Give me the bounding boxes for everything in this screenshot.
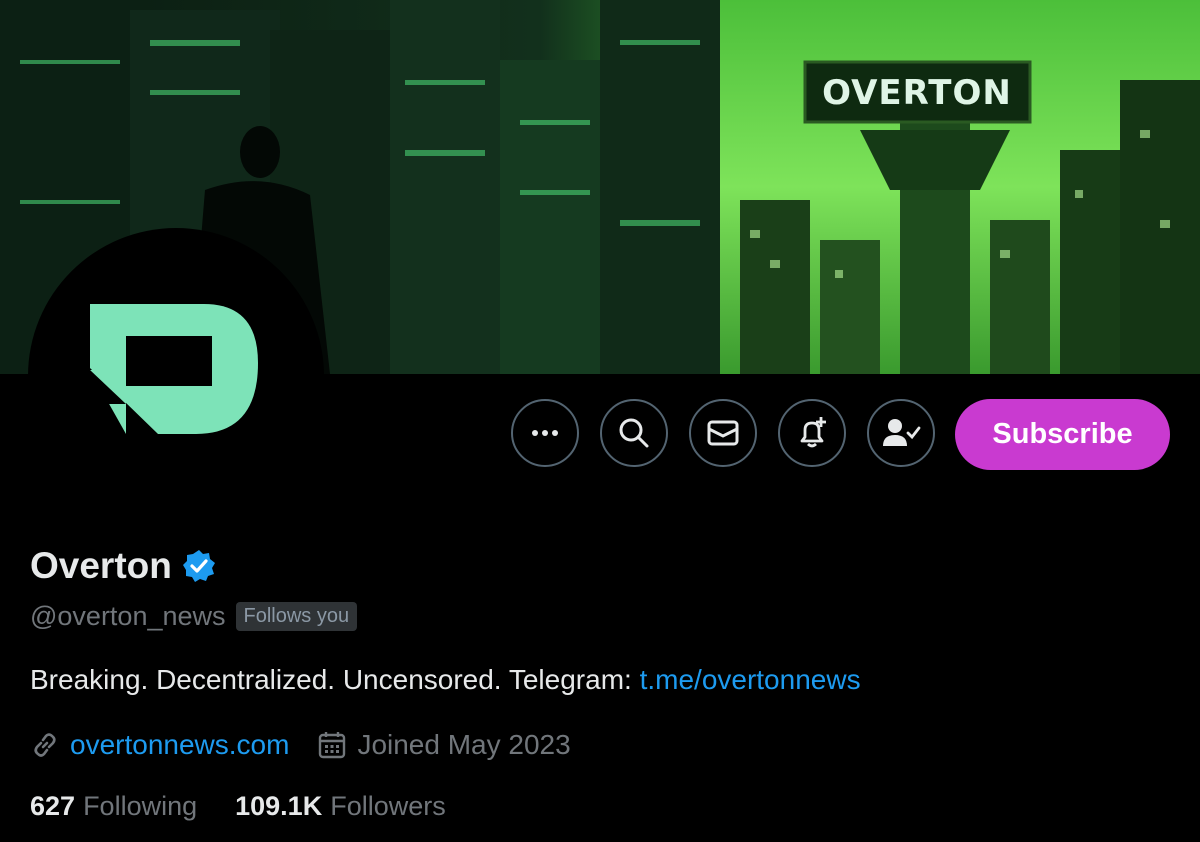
- person-check-icon: [883, 419, 921, 446]
- following-label: Following: [83, 791, 198, 821]
- name-row: Overton: [30, 545, 216, 587]
- display-name: Overton: [30, 545, 172, 586]
- following-count: 627: [30, 791, 76, 821]
- message-button[interactable]: [689, 399, 757, 467]
- bio: Breaking. Decentralized. Uncensored. Tel…: [30, 664, 861, 696]
- envelope-icon: [707, 420, 739, 446]
- website-item: overtonnews.com: [30, 729, 289, 761]
- follows-you-badge: Follows you: [235, 602, 358, 631]
- followers-label: Followers: [330, 791, 446, 821]
- verified-badge-icon[interactable]: [182, 549, 216, 583]
- banner-sign-text: OVERTON: [822, 73, 1012, 113]
- subscribe-button[interactable]: Subscribe: [955, 399, 1170, 470]
- followers-count: 109.1K: [235, 791, 323, 821]
- following-button[interactable]: [867, 399, 935, 467]
- overton-logo-icon: [90, 304, 258, 434]
- avatar[interactable]: [28, 228, 324, 524]
- handle-row: @overton_news Follows you: [30, 601, 358, 632]
- profile-meta: overtonnews.com Joined May 2023: [30, 729, 571, 761]
- calendar-icon: [319, 732, 346, 759]
- search-icon: [619, 418, 649, 448]
- handle: @overton_news: [30, 601, 226, 631]
- search-button[interactable]: [600, 399, 668, 467]
- joined-date: Joined May 2023: [357, 729, 571, 760]
- website-link[interactable]: overtonnews.com: [70, 729, 289, 761]
- notify-button[interactable]: [778, 399, 846, 467]
- joined-item: Joined May 2023: [317, 729, 571, 761]
- more-horizontal-icon: [532, 430, 558, 436]
- follow-stats: 627 Following 109.1K Followers: [30, 791, 446, 822]
- bell-plus-icon: [800, 417, 826, 448]
- more-button[interactable]: [511, 399, 579, 467]
- followers-stat[interactable]: 109.1K Followers: [235, 791, 446, 822]
- link-icon: [34, 733, 56, 757]
- bio-text: Breaking. Decentralized. Uncensored. Tel…: [30, 664, 640, 695]
- bio-telegram-link[interactable]: t.me/overtonnews: [640, 664, 861, 695]
- following-stat[interactable]: 627 Following: [30, 791, 197, 822]
